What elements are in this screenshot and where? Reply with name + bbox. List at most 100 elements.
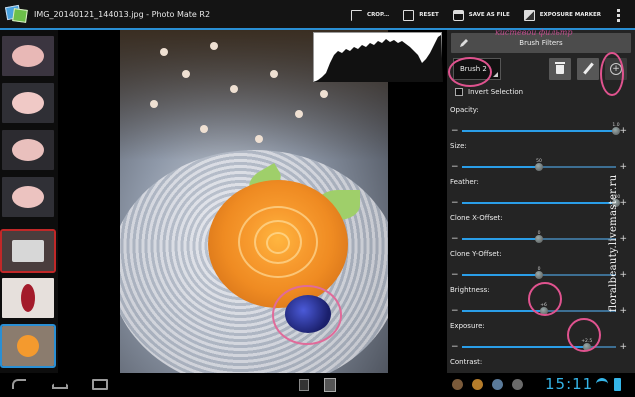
notification-icon[interactable] [492,379,503,390]
save-as-file-button[interactable]: SAVE AS FILE [452,9,510,21]
rose-flower [208,180,348,308]
slider-value: 0 [537,267,541,272]
pencil-icon [583,62,594,75]
slider[interactable]: − 0 + [450,267,628,280]
thumbnail[interactable] [2,130,54,170]
slider-track[interactable]: 1.0 [462,123,620,135]
slider-value: 0 [537,231,541,236]
back-icon[interactable] [12,379,26,389]
plus-icon[interactable]: + [619,270,627,280]
plus-icon[interactable]: + [619,342,627,352]
minus-icon[interactable]: − [451,234,459,244]
reset-label: RESET [419,12,439,18]
minus-icon[interactable]: − [451,270,459,280]
invert-selection-checkbox[interactable]: Invert Selection [455,88,523,96]
highlight-circle-exposure [567,318,601,352]
highlight-circle-brush [448,57,492,87]
slider-label: Clone X-Offset: [450,214,503,222]
slider-knob[interactable] [535,235,543,243]
app-icon[interactable] [4,4,28,24]
exposure-marker-button[interactable]: EXPOSURE MARKER [523,9,601,21]
plus-icon[interactable]: + [619,234,627,244]
slider-fill [462,346,587,348]
crop-label: CROP... [367,12,390,18]
slider-value: 50 [536,159,542,164]
window-title: IMG_20140121_144013.jpg - Photo Mate R2 [34,9,211,19]
slider-label: Exposure: [450,322,485,330]
crop-icon [351,9,363,21]
slider-fill [462,202,616,204]
plus-icon[interactable]: + [619,306,627,316]
home-icon[interactable] [52,379,68,389]
crop-button[interactable]: CROP... [351,9,390,21]
notification-icon[interactable] [472,379,483,390]
highlight-circle-brightness [528,282,562,316]
plus-icon[interactable]: + [619,126,627,136]
minus-icon[interactable]: − [451,342,459,352]
battery-icon [614,378,621,391]
thumbnail-selected[interactable] [0,324,56,368]
save-as-file-label: SAVE AS FILE [468,12,510,18]
minus-icon[interactable]: − [451,198,459,208]
action-buttons: CROP... RESET SAVE AS FILE EXPOSURE MARK… [337,0,621,30]
slider-knob[interactable] [535,271,543,279]
slider-label: Clone Y-Offset: [450,250,502,258]
overflow-menu-icon[interactable] [617,8,621,22]
annotation-text: кистевой фильтр [495,28,573,37]
slider-fill [462,274,539,276]
thumbnail[interactable] [2,36,54,76]
plus-icon[interactable]: + [619,162,627,172]
screenshot-icon[interactable] [299,379,309,391]
slider[interactable]: − +2.5 + [450,339,628,352]
slider-label: Size: [450,142,467,150]
thumbnail-strip[interactable] [0,30,58,373]
slider-fill [462,166,539,168]
phone-icon[interactable] [324,378,336,392]
watermark: floralbeauty.livemaster.ru [608,174,619,312]
slider[interactable]: − 50 + [450,159,628,172]
minus-icon[interactable]: − [451,126,459,136]
slider[interactable]: −100 + [450,195,628,208]
slider-track[interactable]: 0 [462,267,616,279]
slider-label: Opacity: [450,106,479,114]
slider[interactable]: −1.0 + [450,123,628,136]
status-clock: 15:11 [545,375,594,393]
notification-icon[interactable] [512,379,523,390]
save-icon [452,9,464,21]
slider-track[interactable]: 0 [462,231,616,243]
thumbnail[interactable] [0,229,56,273]
slider-fill [462,130,616,132]
notification-icon[interactable] [452,379,463,390]
edit-brush-button[interactable] [577,58,599,80]
minus-icon[interactable]: − [451,162,459,172]
slider-fill [462,238,539,240]
slider-knob[interactable] [535,163,543,171]
system-navbar: 15:11 [0,373,635,397]
dropdown-triangle-icon [493,72,498,77]
highlight-circle-add [600,52,624,96]
exposure-marker-label: EXPOSURE MARKER [539,12,601,18]
recent-apps-icon[interactable] [92,379,108,390]
reset-icon [403,9,415,21]
slider-track[interactable]: 50 [462,159,616,171]
trash-icon [555,62,565,74]
slider-label: Brightness: [450,286,490,294]
reset-button[interactable]: RESET [403,9,439,21]
thumbnail[interactable] [2,83,54,123]
panel-title: Brush Filters [519,39,563,47]
slider-label: Contrast: [450,358,483,366]
invert-selection-label: Invert Selection [468,88,524,96]
histogram [313,32,443,82]
thumbnail[interactable] [2,278,54,318]
plus-icon[interactable]: + [619,198,627,208]
checkbox[interactable] [455,88,463,96]
minus-icon[interactable]: − [451,306,459,316]
delete-brush-button[interactable] [549,58,571,80]
slider-track[interactable]: 100 [462,195,620,207]
exposure-icon [523,9,535,21]
annotation-circle [272,285,342,345]
thumbnail[interactable] [2,177,54,217]
slider-label: Feather: [450,178,479,186]
slider[interactable]: − 0 + [450,231,628,244]
action-bar: IMG_20140121_144013.jpg - Photo Mate R2 … [0,0,635,30]
